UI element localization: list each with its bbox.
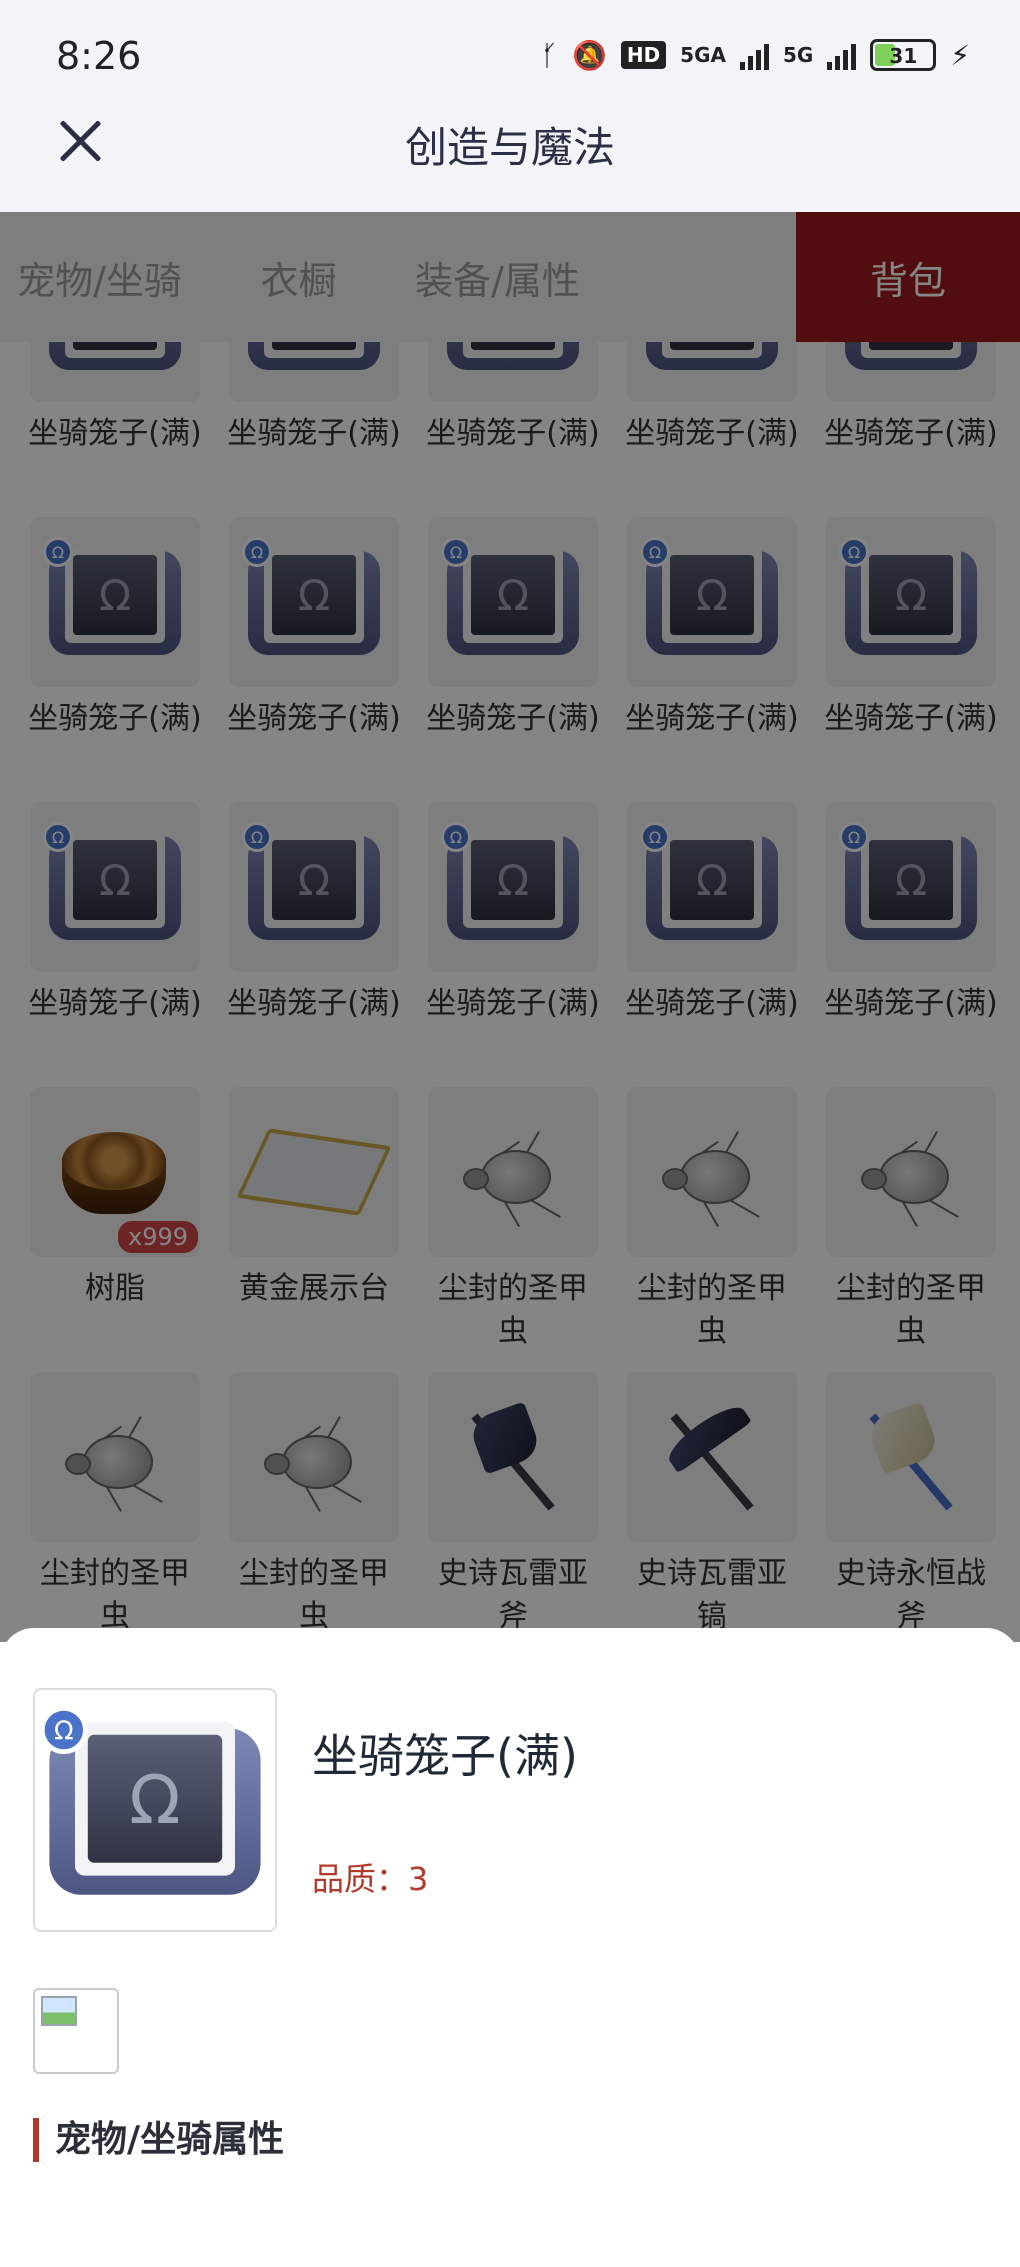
top-bar: 8:26 ᚶ 🔕 HD 5GA 5G 31 ⚡ 创造与魔法 bbox=[0, 0, 1020, 212]
mount-cage-icon: Ω Ω bbox=[39, 1706, 261, 1905]
mute-bell-icon: 🔕 bbox=[571, 38, 607, 72]
hd-badge: HD bbox=[620, 41, 667, 69]
battery-icon: 31 bbox=[870, 39, 937, 71]
signal-bars-icon bbox=[827, 40, 857, 70]
signal-5ga-label: 5GA bbox=[680, 43, 726, 67]
item-name: 坐骑笼子(满) bbox=[312, 1729, 578, 1783]
signal-5g-label: 5G bbox=[782, 43, 814, 67]
status-icons: ᚶ 🔕 HD 5GA 5G 31 ⚡ bbox=[541, 36, 970, 74]
signal-bars-icon bbox=[739, 40, 769, 70]
item-detail-image: Ω Ω bbox=[33, 1688, 277, 1932]
charging-icon: ⚡ bbox=[950, 38, 970, 72]
bluetooth-icon: ᚶ bbox=[541, 38, 558, 72]
battery-level: 31 bbox=[889, 44, 918, 68]
status-time: 8:26 bbox=[56, 34, 142, 78]
modal-overlay[interactable] bbox=[0, 212, 1020, 1642]
section-title: 宠物/坐骑属性 bbox=[33, 2118, 284, 2162]
broken-image-icon bbox=[33, 1988, 119, 2074]
item-detail-sheet: Ω Ω 坐骑笼子(满) 品质：3 宠物/坐骑属性 bbox=[0, 1628, 1020, 2267]
page-title: 创造与魔法 bbox=[404, 123, 615, 172]
item-quality: 品质：3 bbox=[312, 1860, 429, 1898]
